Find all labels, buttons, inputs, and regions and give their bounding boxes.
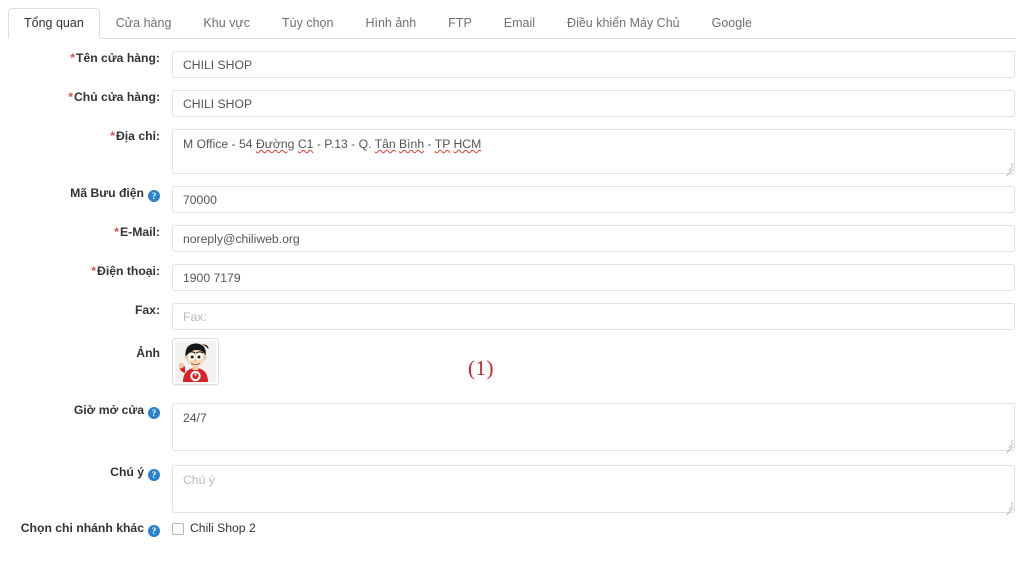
- label-store-owner: *Chủ cửa hàng:: [68, 90, 160, 104]
- form-row-fax: Fax:: [0, 291, 1024, 330]
- tab-label: FTP: [448, 16, 472, 30]
- tab-label: Khu vực: [203, 16, 251, 30]
- form-row-email: *E-Mail:: [0, 213, 1024, 252]
- form-row-store-name: *Tên cửa hàng:: [0, 39, 1024, 78]
- tab-tong-quan[interactable]: Tổng quan: [8, 8, 100, 39]
- tab-ftp[interactable]: FTP: [432, 8, 488, 39]
- tab-label: Cửa hàng: [115, 16, 172, 30]
- form-row-postcode: Mã Bưu điện?: [0, 174, 1024, 213]
- form-row-other-branch: Chọn chi nhánh khác? Chili Shop 2: [0, 510, 1024, 544]
- form-row-phone: *Điện thoại:: [0, 252, 1024, 291]
- required-marker: *: [91, 264, 97, 278]
- tab-label: Email: [503, 16, 536, 30]
- label-other-branch: Chọn chi nhánh khác?: [0, 521, 172, 537]
- label-photo: Ảnh: [136, 346, 160, 360]
- form-row-address: *Địa chỉ: M Office - 54 Đường C1 - P.13 …: [0, 117, 1024, 177]
- postcode-input[interactable]: [172, 186, 1015, 213]
- label-store-name: *Tên cửa hàng:: [70, 51, 160, 65]
- store-name-input[interactable]: [172, 51, 1015, 78]
- other-branch-checkbox-label: Chili Shop 2: [190, 521, 256, 535]
- tab-tuy-chon[interactable]: Tùy chọn: [266, 8, 349, 39]
- store-owner-input[interactable]: [172, 90, 1015, 117]
- annotation-marker-1: (1): [468, 356, 494, 380]
- label-fax: Fax:: [134, 303, 160, 317]
- help-icon[interactable]: ?: [148, 525, 160, 537]
- avatar-cartoon-icon: [175, 341, 216, 382]
- tab-label: Hình ảnh: [365, 16, 417, 30]
- form-row-opening-hours: Giờ mở cửa?: [0, 392, 1024, 454]
- tab-khu-vuc[interactable]: Khu vực: [187, 8, 266, 39]
- form-row-photo: Ảnh: [0, 330, 1024, 392]
- other-branch-checkbox[interactable]: [172, 522, 184, 535]
- store-photo-thumbnail[interactable]: [172, 338, 219, 385]
- opening-hours-textarea[interactable]: [172, 403, 1015, 451]
- tab-label: Tùy chọn: [282, 16, 334, 30]
- required-marker: *: [70, 51, 75, 65]
- required-marker: *: [114, 225, 120, 239]
- help-icon[interactable]: ?: [148, 190, 160, 202]
- required-marker: *: [110, 129, 115, 143]
- fax-input[interactable]: [172, 303, 1015, 330]
- label-email: *E-Mail:: [114, 225, 160, 239]
- tab-label: Tổng quan: [24, 16, 84, 30]
- tab-label: Google: [711, 16, 752, 30]
- tab-label: Điều khiển Máy Chủ: [567, 16, 680, 30]
- address-textarea[interactable]: [172, 129, 1015, 174]
- tab-email[interactable]: Email: [488, 8, 551, 39]
- label-phone: *Điện thoại:: [91, 264, 160, 278]
- form-row-note: Chú ý?: [0, 452, 1024, 516]
- tab-hinh-anh[interactable]: Hình ảnh: [349, 8, 432, 39]
- label-address: *Địa chỉ:: [110, 129, 160, 143]
- tab-bar: Tổng quan Cửa hàng Khu vực Tùy chọn Hình…: [8, 8, 1016, 39]
- note-textarea[interactable]: [172, 465, 1015, 513]
- label-opening-hours: Giờ mở cửa?: [0, 403, 172, 419]
- tab-cua-hang[interactable]: Cửa hàng: [100, 8, 188, 39]
- required-marker: *: [68, 90, 73, 104]
- tab-dieu-khien-may-chu[interactable]: Điều khiển Máy Chủ: [551, 8, 696, 39]
- help-icon[interactable]: ?: [148, 407, 160, 419]
- tab-google[interactable]: Google: [696, 8, 768, 39]
- store-overview-form: *Tên cửa hàng: *Chủ cửa hàng: *Địa chỉ:: [0, 39, 1024, 544]
- label-note: Chú ý?: [0, 465, 172, 481]
- email-input[interactable]: [172, 225, 1015, 252]
- form-row-store-owner: *Chủ cửa hàng:: [0, 78, 1024, 117]
- store-settings-page: Tổng quan Cửa hàng Khu vực Tùy chọn Hình…: [0, 0, 1024, 565]
- label-postcode: Mã Bưu điện?: [0, 186, 172, 202]
- phone-input[interactable]: [172, 264, 1015, 291]
- help-icon[interactable]: ?: [148, 469, 160, 481]
